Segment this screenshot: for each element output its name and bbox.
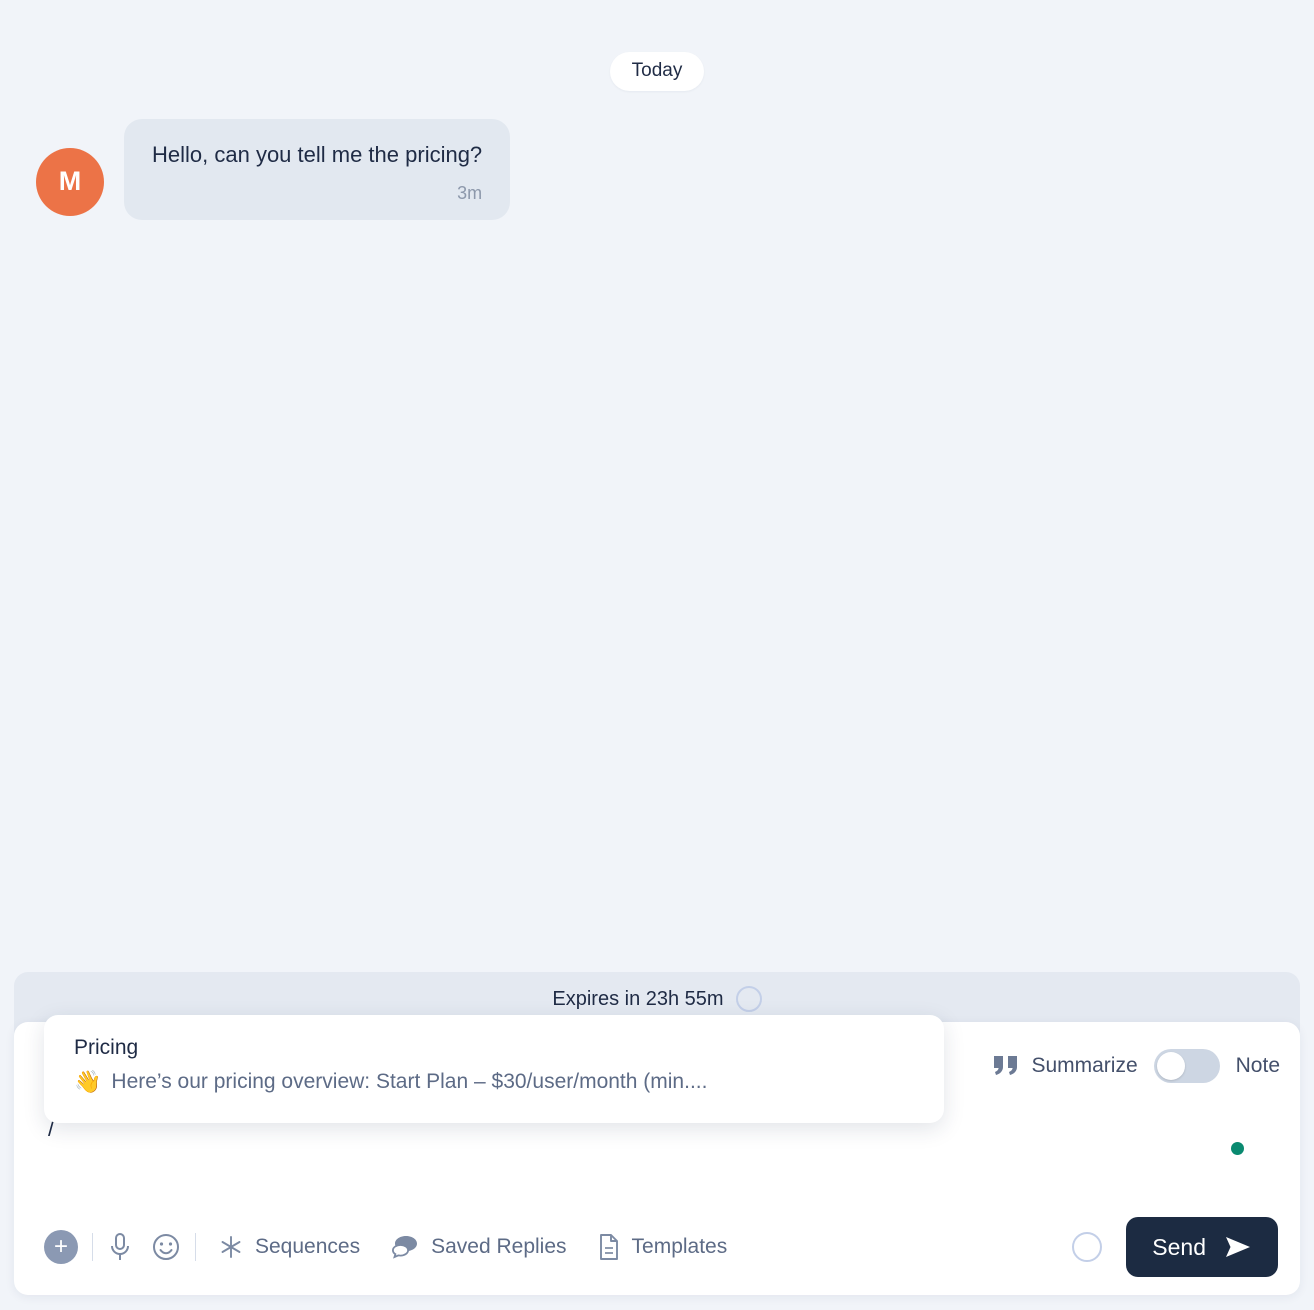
conversation-thread: Today M Hello, can you tell me the prici… bbox=[0, 0, 1314, 975]
slash-item-row: 👋 Here’s our pricing overview: Start Pla… bbox=[74, 1070, 914, 1094]
note-label: Note bbox=[1235, 1054, 1280, 1077]
avatar: M bbox=[36, 147, 104, 216]
paper-plane-icon bbox=[1224, 1235, 1252, 1259]
message-bubble[interactable]: Hello, can you tell me the pricing? 3m bbox=[124, 119, 511, 220]
microphone-icon[interactable] bbox=[107, 1232, 133, 1262]
day-divider-pill: Today bbox=[609, 52, 705, 91]
day-divider-row: Today bbox=[0, 0, 1314, 91]
smiley-icon[interactable] bbox=[151, 1232, 181, 1262]
composer-toolbar-right: Send bbox=[1072, 1217, 1278, 1277]
summarize-button[interactable]: Summarize bbox=[993, 1054, 1138, 1078]
quote-icon bbox=[993, 1055, 1019, 1077]
toolbar-divider bbox=[195, 1233, 196, 1261]
send-button[interactable]: Send bbox=[1126, 1217, 1278, 1277]
slash-command-item[interactable]: Pricing 👋 Here’s our pricing overview: S… bbox=[74, 1035, 914, 1094]
circle-outline-icon[interactable] bbox=[1072, 1232, 1103, 1262]
message-timestamp: 3m bbox=[457, 182, 483, 203]
summarize-label: Summarize bbox=[1031, 1054, 1138, 1077]
templates-label: Templates bbox=[631, 1235, 728, 1258]
presence-dot bbox=[1231, 1142, 1244, 1155]
toolbar-divider bbox=[92, 1233, 93, 1261]
note-toggle[interactable] bbox=[1153, 1049, 1220, 1083]
expires-inner: Expires in 23h 55m bbox=[552, 986, 762, 1012]
composer-toolbar-left: + Sequences Saved Replies Templates bbox=[44, 1229, 735, 1265]
chat-bubbles-icon bbox=[390, 1234, 420, 1260]
slash-item-preview: Here’s our pricing overview: Start Plan … bbox=[111, 1070, 708, 1094]
message-row: M Hello, can you tell me the pricing? 3m bbox=[0, 119, 1314, 220]
saved-replies-label: Saved Replies bbox=[431, 1235, 567, 1258]
composer-toolbar: + Sequences Saved Replies Templates Send bbox=[14, 1199, 1300, 1295]
composer-top-controls: Summarize Note bbox=[993, 1044, 1280, 1088]
add-attachment-button[interactable]: + bbox=[44, 1230, 78, 1264]
circle-outline-icon[interactable] bbox=[735, 986, 762, 1012]
document-icon bbox=[597, 1233, 621, 1261]
send-label: Send bbox=[1152, 1233, 1206, 1260]
wave-emoji-icon: 👋 bbox=[74, 1069, 102, 1095]
templates-button[interactable]: Templates bbox=[589, 1229, 736, 1265]
star-icon bbox=[218, 1234, 244, 1260]
saved-replies-button[interactable]: Saved Replies bbox=[382, 1230, 574, 1264]
message-text: Hello, can you tell me the pricing? bbox=[152, 142, 483, 167]
sequences-button[interactable]: Sequences bbox=[210, 1230, 368, 1264]
sequences-label: Sequences bbox=[255, 1235, 361, 1258]
expires-text: Expires in 23h 55m bbox=[552, 987, 724, 1010]
slash-item-title: Pricing bbox=[74, 1036, 139, 1059]
slash-command-popover: Pricing 👋 Here’s our pricing overview: S… bbox=[44, 1015, 944, 1123]
